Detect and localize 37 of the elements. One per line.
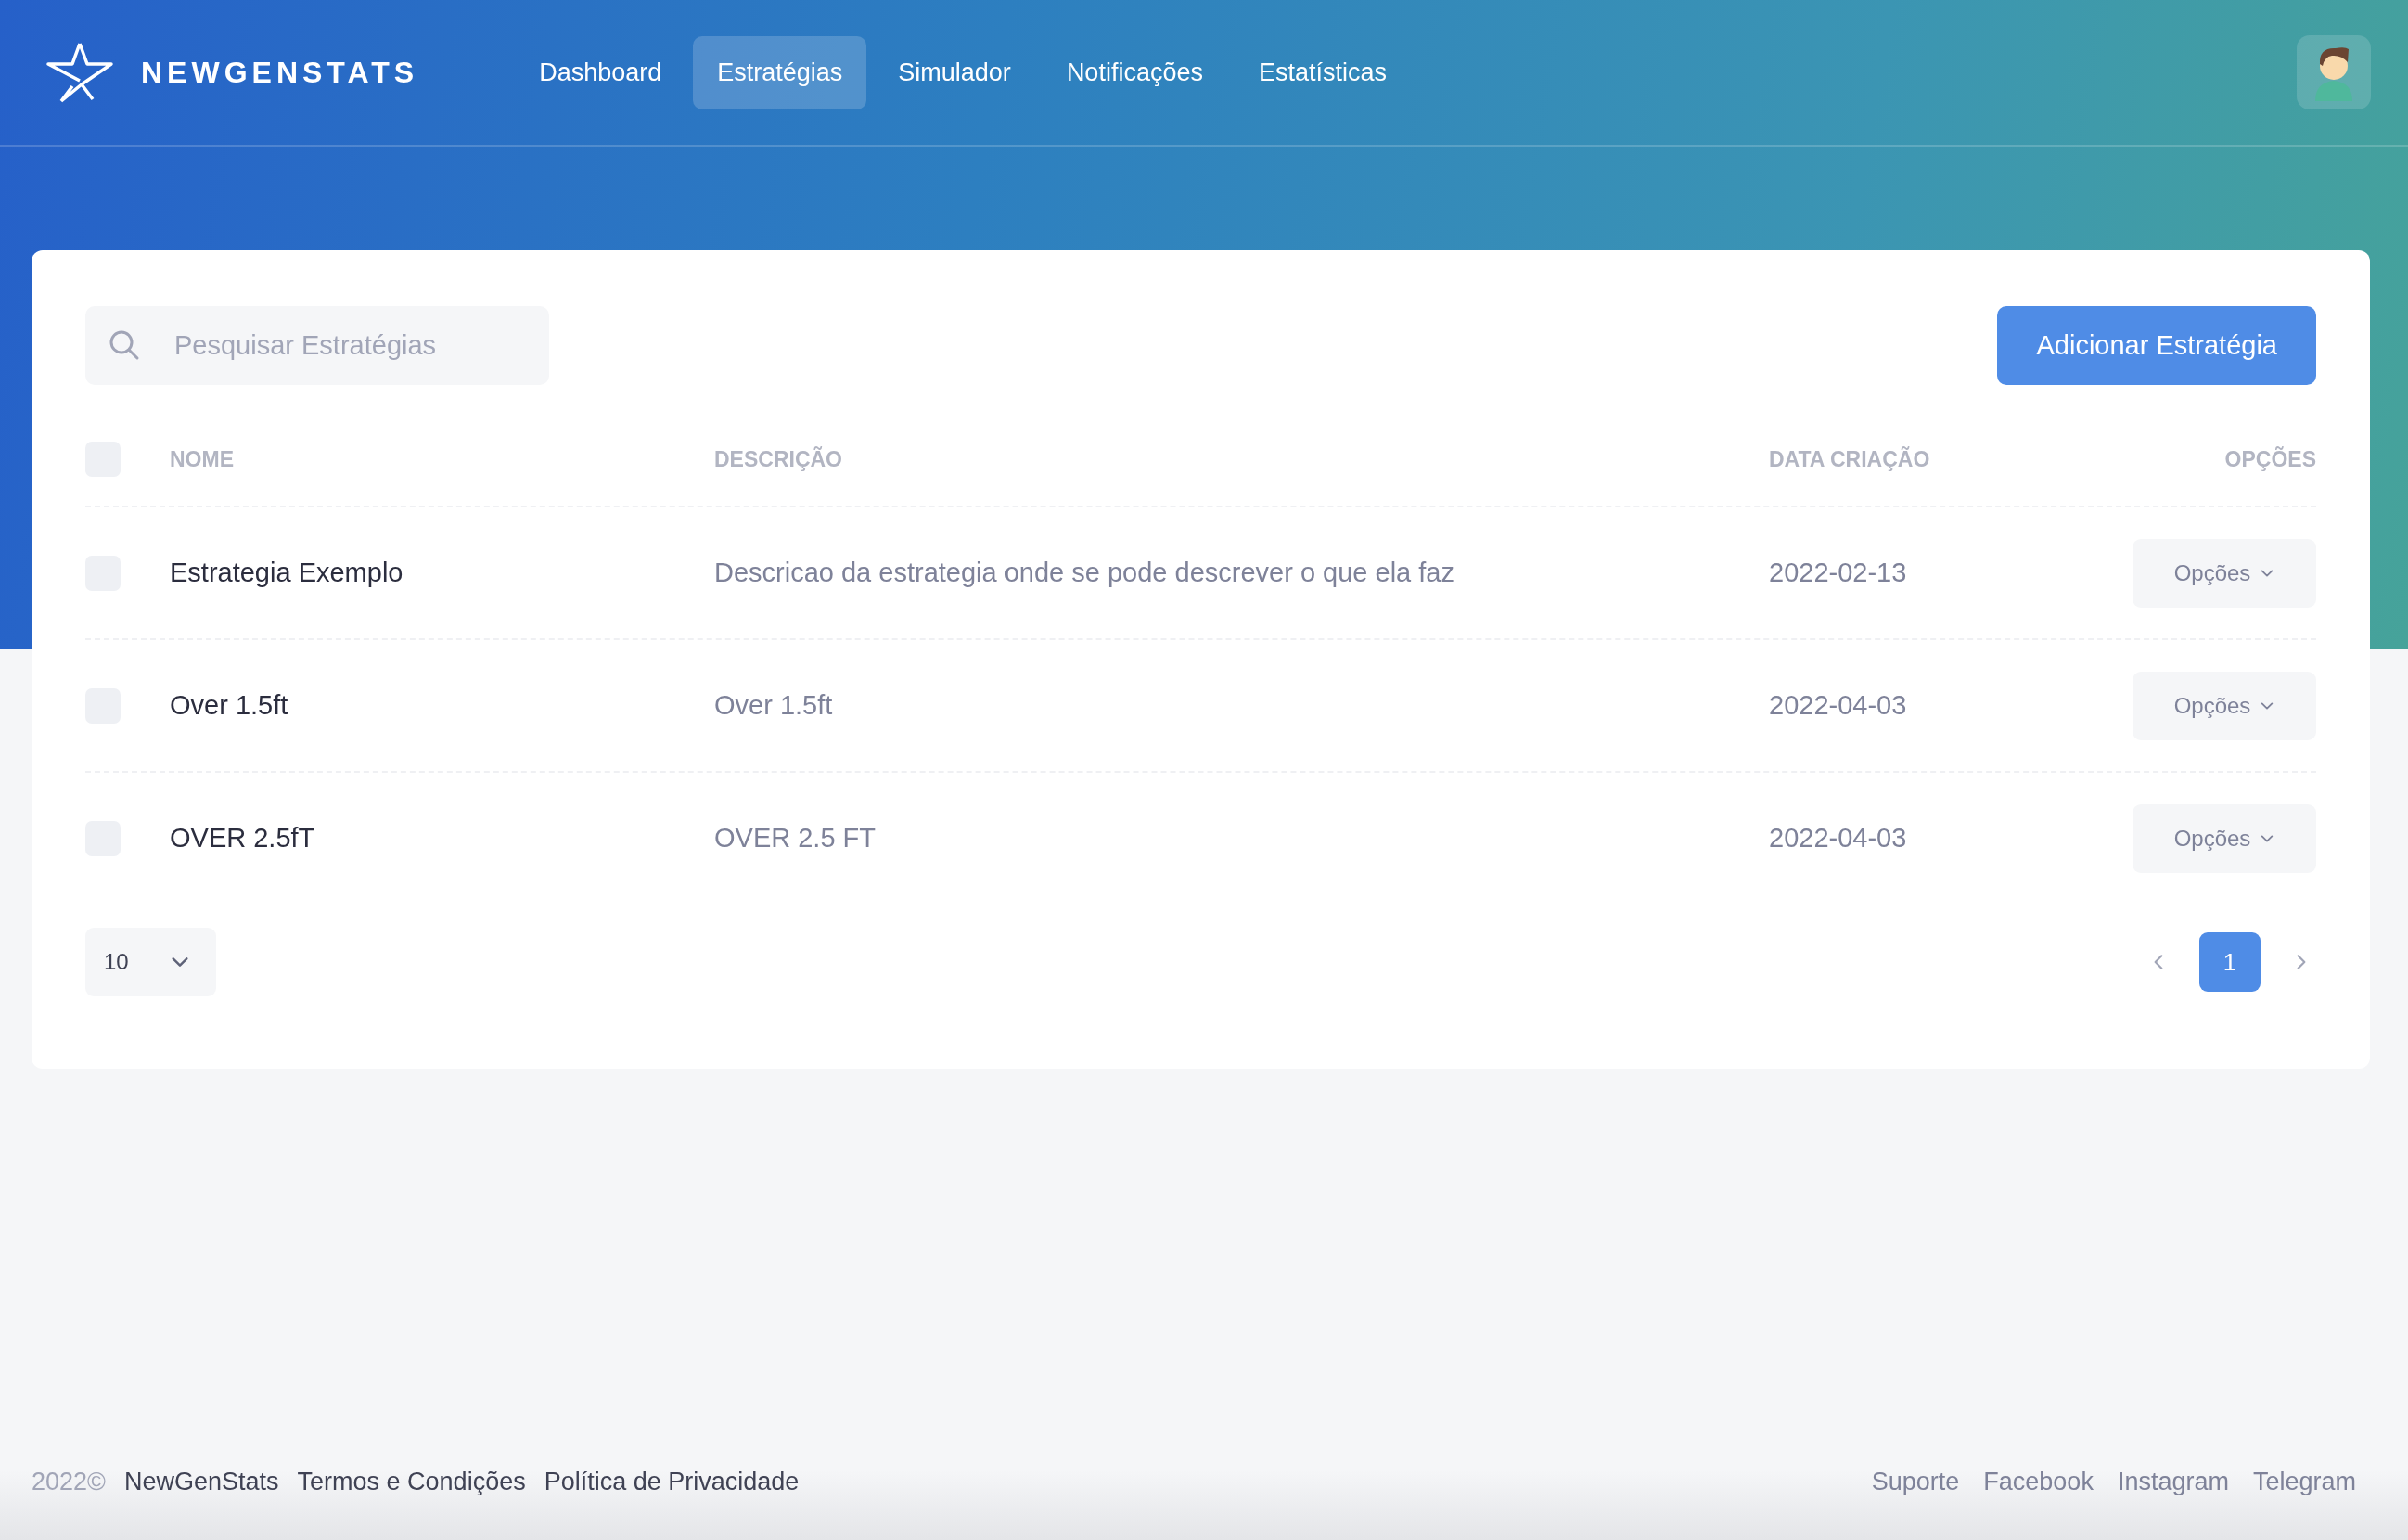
brand-link[interactable]: NewGenStats <box>123 1467 279 1496</box>
footer-link[interactable]: Suporte <box>1871 1467 1960 1496</box>
options-dropdown-button[interactable]: Opções <box>2133 538 2316 608</box>
column-header: NOME <box>170 446 235 472</box>
copyright-year: 2022© <box>32 1467 106 1496</box>
column-header: DESCRIÇÃO <box>714 446 843 472</box>
column-header: DATA CRIAÇÃO <box>1769 446 1931 472</box>
nav-tab[interactable]: Notificações <box>1042 35 1227 109</box>
search-field[interactable]: Pesquisar Estratégias <box>85 306 549 385</box>
options-dropdown-button[interactable]: Opções <box>2133 803 2316 873</box>
brand-name: NEWGENSTATS <box>141 55 419 90</box>
strategy-name: Over 1.5ft <box>170 690 289 721</box>
footer-link[interactable]: Termos e Condições <box>297 1467 526 1496</box>
footer-link[interactable]: Política de Privacidade <box>544 1467 800 1496</box>
strategy-name: Estrategia Exemplo <box>170 558 404 588</box>
strategy-description: OVER 2.5 FT <box>714 823 877 853</box>
column-header: OPÇÕES <box>2224 446 2316 472</box>
strategy-description: Over 1.5ft <box>714 690 834 721</box>
footer-link[interactable]: Telegram <box>2252 1467 2356 1496</box>
page-size-select[interactable]: 10 <box>85 928 216 996</box>
creation-date: 2022-02-13 <box>1769 558 1908 588</box>
nav-tab[interactable]: Simulador <box>874 35 1035 109</box>
avatar-button[interactable] <box>2297 35 2371 109</box>
strategy-description: Descricao da estrategia onde se pode descrever o que ela faz <box>714 558 1455 588</box>
add-strategy-button[interactable]: Adicionar Estratégia <box>1997 306 2316 385</box>
creation-date: 2022-04-03 <box>1769 690 1908 721</box>
nav-tab[interactable]: Dashboard <box>515 35 686 109</box>
options-dropdown-button[interactable]: Opções <box>2133 671 2316 740</box>
page-button[interactable]: 1 <box>2199 932 2261 992</box>
footer-link[interactable]: Facebook <box>1983 1467 2094 1496</box>
strategy-name: OVER 2.5fT <box>170 823 316 853</box>
search-icon <box>108 328 141 362</box>
creation-date: 2022-04-03 <box>1769 823 1908 853</box>
star-logo-icon <box>45 40 115 105</box>
nav-tab[interactable]: Estatísticas <box>1234 35 1411 109</box>
nav-tab[interactable]: Estratégias <box>693 35 867 109</box>
footer-link[interactable]: Instagram <box>2117 1467 2229 1496</box>
